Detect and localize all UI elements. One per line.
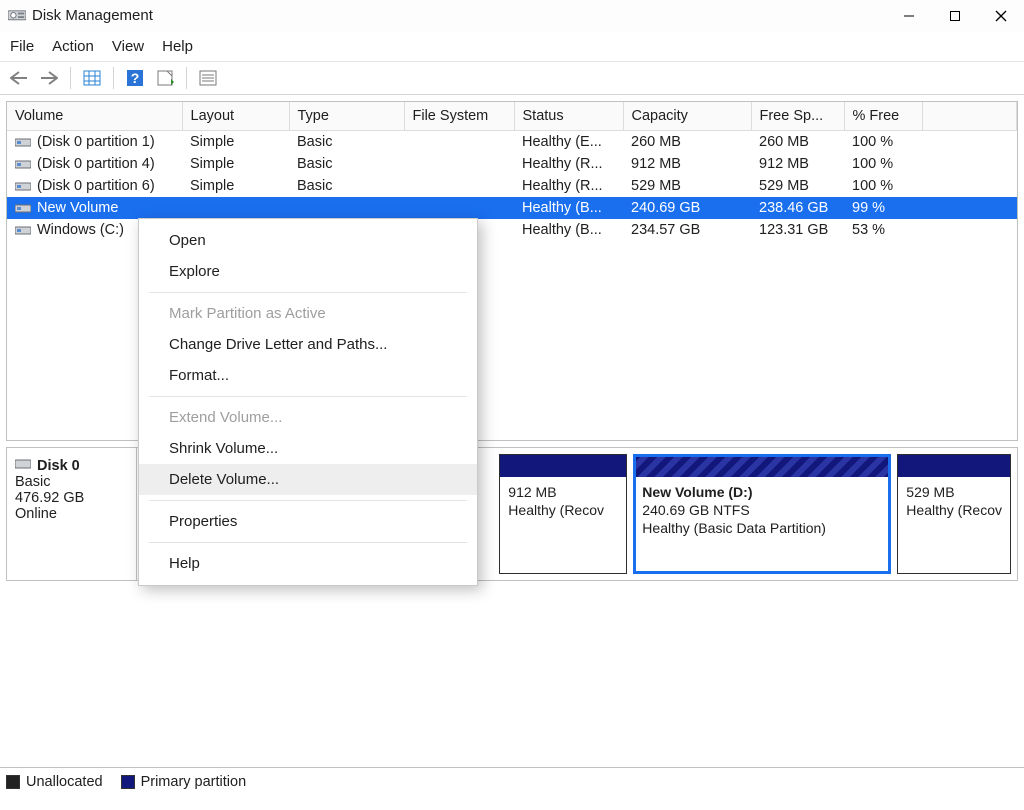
volume-icon (15, 158, 31, 170)
volume-icon (15, 136, 31, 148)
toolbar-back-button[interactable] (6, 66, 32, 90)
partition-block[interactable]: 529 MBHealthy (Recov (897, 454, 1011, 574)
partition-size: 912 MB (508, 483, 618, 501)
toolbar-grid-icon[interactable] (79, 66, 105, 90)
context-menu-item[interactable]: Delete Volume... (139, 464, 477, 495)
partition-size: 240.69 GB NTFS (642, 501, 882, 519)
legend-unallocated: Unallocated (6, 774, 103, 790)
volume-icon (15, 224, 31, 236)
context-menu-item[interactable]: Help (139, 548, 477, 579)
disk-name-label: Disk 0 (37, 458, 80, 474)
menu-help[interactable]: Help (162, 38, 193, 55)
context-menu-item[interactable]: Format... (139, 360, 477, 391)
volume-name: (Disk 0 partition 6) (37, 178, 155, 194)
menu-file[interactable]: File (10, 38, 34, 55)
menu-view[interactable]: View (112, 38, 144, 55)
context-menu-item[interactable]: Explore (139, 256, 477, 287)
context-menu-item[interactable]: Properties (139, 506, 477, 537)
context-menu-separator (149, 292, 467, 293)
context-menu-item: Mark Partition as Active (139, 298, 477, 329)
context-menu-item[interactable]: Open (139, 225, 477, 256)
toolbar: ? (0, 62, 1024, 95)
column-header[interactable]: Free Sp... (751, 102, 844, 131)
window-title: Disk Management (32, 7, 153, 24)
partition-status: Healthy (Recov (508, 501, 618, 519)
table-row[interactable]: (Disk 0 partition 1)SimpleBasicHealthy (… (7, 131, 1017, 154)
toolbar-forward-button[interactable] (36, 66, 62, 90)
disk-size: 476.92 GB (15, 490, 128, 506)
legend-primary: Primary partition (121, 774, 247, 790)
partition-block[interactable]: New Volume (D:)240.69 GB NTFSHealthy (Ba… (633, 454, 891, 574)
disk-state: Online (15, 506, 128, 522)
disk-mgmt-icon (8, 9, 26, 23)
column-header[interactable]: Capacity (623, 102, 751, 131)
close-button[interactable] (978, 0, 1024, 32)
toolbar-properties-icon[interactable] (195, 66, 221, 90)
volume-table-header: VolumeLayoutTypeFile SystemStatusCapacit… (7, 102, 1017, 131)
column-header[interactable]: Type (289, 102, 404, 131)
context-menu-item[interactable]: Change Drive Letter and Paths... (139, 329, 477, 360)
svg-text:?: ? (131, 70, 140, 86)
partition-size: 529 MB (906, 483, 1002, 501)
column-header[interactable]: File System (404, 102, 514, 131)
toolbar-sheet-icon[interactable] (152, 66, 178, 90)
disk-type: Basic (15, 474, 128, 490)
context-menu-separator (149, 396, 467, 397)
column-header[interactable]: % Free (844, 102, 922, 131)
maximize-button[interactable] (932, 0, 978, 32)
disk-name: Disk 0 (15, 458, 128, 474)
context-menu-item[interactable]: Shrink Volume... (139, 433, 477, 464)
context-menu-separator (149, 500, 467, 501)
minimize-button[interactable] (886, 0, 932, 32)
volume-icon (15, 202, 31, 214)
volume-name: Windows (C:) (37, 222, 124, 238)
disk-header: Disk 0 Basic 476.92 GB Online (7, 448, 137, 580)
context-menu-separator (149, 542, 467, 543)
volume-name: (Disk 0 partition 1) (37, 134, 155, 150)
column-header[interactable]: Volume (7, 102, 182, 131)
volume-icon (15, 180, 31, 192)
toolbar-help-icon[interactable]: ? (122, 66, 148, 90)
partition-status: Healthy (Recov (906, 501, 1002, 519)
volume-name: New Volume (37, 200, 118, 216)
partition-bar (898, 455, 1010, 477)
legend: Unallocated Primary partition (6, 774, 246, 790)
context-menu: OpenExplore Mark Partition as ActiveChang… (138, 218, 478, 586)
partition-block[interactable]: 912 MBHealthy (Recov (499, 454, 627, 574)
partition-title: New Volume (D:) (642, 483, 882, 501)
disk-icon (15, 458, 31, 474)
partition-bar (634, 455, 890, 477)
partition-bar (500, 455, 626, 477)
table-row[interactable]: (Disk 0 partition 6)SimpleBasicHealthy (… (7, 175, 1017, 197)
menu-action[interactable]: Action (52, 38, 94, 55)
table-row[interactable]: New VolumeHealthy (B...240.69 GB238.46 G… (7, 197, 1017, 219)
titlebar: Disk Management (0, 0, 1024, 32)
menubar: File Action View Help (0, 32, 1024, 62)
context-menu-item: Extend Volume... (139, 402, 477, 433)
table-row[interactable]: (Disk 0 partition 4)SimpleBasicHealthy (… (7, 153, 1017, 175)
volume-name: (Disk 0 partition 4) (37, 156, 155, 172)
partition-status: Healthy (Basic Data Partition) (642, 519, 882, 537)
column-header[interactable]: Layout (182, 102, 289, 131)
column-header[interactable]: Status (514, 102, 623, 131)
